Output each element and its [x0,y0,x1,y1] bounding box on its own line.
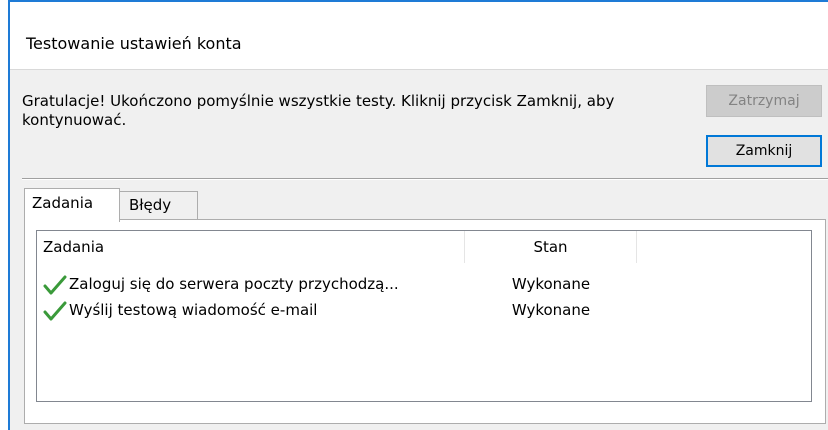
tab-tasks[interactable]: Zadania [24,188,120,222]
tab-panel-tasks: Zadania Stan Zaloguj się do serwera pocz… [24,219,826,424]
dialog-title: Testowanie ustawień konta [26,34,242,53]
column-header-tasks[interactable]: Zadania [37,231,465,263]
task-label: Zaloguj się do serwera poczty przychodzą… [69,275,399,293]
task-cell: Wyślij testową wiadomość e-mail [43,299,463,323]
table-row[interactable]: Wyślij testową wiadomość e-mail Wykonane [37,299,811,323]
dialog-header: Testowanie ustawień konta [10,2,828,70]
task-list[interactable]: Zadania Stan Zaloguj się do serwera pocz… [36,230,812,402]
table-row[interactable]: Zaloguj się do serwera poczty przychodzą… [37,273,811,297]
column-header-status[interactable]: Stan [465,231,637,263]
task-label: Wyślij testową wiadomość e-mail [69,301,318,319]
status-cell: Wykonane [511,275,591,293]
stop-button[interactable]: Zatrzymaj [706,85,822,117]
checkmark-icon [43,301,67,321]
status-cell: Wykonane [511,301,591,319]
checkmark-icon [43,275,67,295]
close-button[interactable]: Zamknij [706,135,822,167]
task-cell: Zaloguj się do serwera poczty przychodzą… [43,273,463,297]
list-header: Zadania Stan [37,231,811,263]
separator [22,178,828,180]
account-test-dialog: Testowanie ustawień konta Gratulacje! Uk… [8,0,828,430]
success-message: Gratulacje! Ukończono pomyślnie wszystki… [22,92,615,129]
tab-errors[interactable]: Błędy [119,191,198,220]
